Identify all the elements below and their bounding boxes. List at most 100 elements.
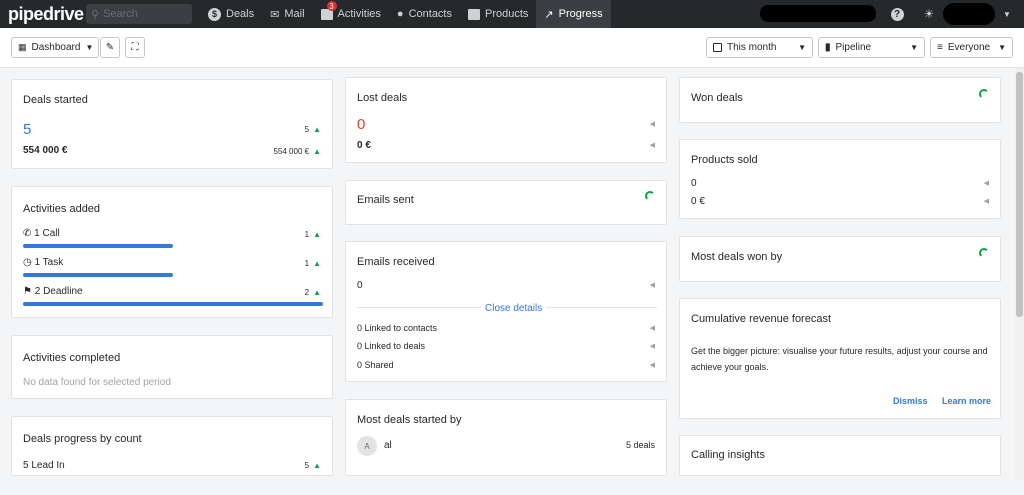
expand-icon: ⛶ [131,42,139,53]
nav-progress[interactable]: ↗ Progress [536,0,611,28]
nav-deals-label: Deals [226,8,255,20]
help-icon[interactable]: ? [889,6,905,22]
edit-dashboard-button[interactable]: ✎ [100,37,120,58]
activities-count-badge: 3 [326,1,337,11]
deals-started-count[interactable]: 5 [23,121,31,138]
caret-left-icon: ◀ [649,121,655,128]
activity-row-deadline[interactable]: ⚑ 2 Deadline [23,286,83,297]
emails-received-count: 0 [357,280,363,291]
search-input[interactable]: ⚲ Search [86,4,192,24]
deals-progress-lead-in-delta: 5 ▲ [305,461,321,470]
chevron-down-icon: ▼ [998,43,1006,52]
activities-added-card[interactable]: Activities added ✆ 1 Call 1 ▲ ◷ 1 Task 1 ▲… [11,186,333,318]
dismiss-button[interactable]: Dismiss [893,396,928,406]
activity-row-call[interactable]: ✆ 1 Call [23,228,60,239]
dashboard-select[interactable]: ▦ Dashboard ▼ [11,37,99,58]
owner-filter-select[interactable]: ≡ Everyone ▼ [930,37,1013,58]
dollar-icon: $ [208,7,221,21]
most-deals-started-title: Most deals started by [357,414,462,426]
scrollbar-thumb[interactable] [1016,72,1023,317]
emails-received-card[interactable]: Emails received 0 ◀ Close details 0 Link… [345,241,667,382]
user-name[interactable]: al [384,440,392,451]
nav-mail[interactable]: ✉ Mail [262,0,312,28]
calendar-icon [713,43,722,52]
user-deals-count: 5 deals [625,440,655,450]
revenue-forecast-body: Get the bigger picture: visualise your f… [691,346,988,372]
lead-in-delta-value: 5 [304,461,310,470]
close-details-link[interactable]: Close details [481,303,547,314]
activities-completed-card[interactable]: Activities completed No data found for s… [11,335,333,399]
mail-icon: ✉ [270,8,280,21]
pipeline-select[interactable]: ▮ Pipeline ▼ [818,37,925,58]
chevron-down-icon: ▼ [85,43,94,52]
deals-progress-title: Deals progress by count [23,433,142,445]
deals-progress-card[interactable]: Deals progress by count 5 Lead In 5 ▲ [11,416,333,476]
nav-mail-label: Mail [284,8,305,20]
filter-icon: ≡ [937,42,943,53]
loading-spinner-icon [979,89,989,99]
arrow-up-icon: ▲ [313,230,321,239]
activity-call-label: 1 Call [34,228,60,239]
nav-products[interactable]: Products [460,0,536,28]
nav-activities[interactable]: 3 Activities [313,0,389,28]
won-deals-title: Won deals [691,92,743,104]
fullscreen-button[interactable]: ⛶ [125,37,145,58]
caret-left-icon: ◀ [983,198,989,205]
redacted-company-name [760,5,876,22]
emails-sent-card[interactable]: Emails sent [345,180,667,225]
lost-deals-card[interactable]: Lost deals 0 ◀ 0 € ◀ [345,77,667,163]
period-select-label: This month [727,42,777,53]
activity-task-label: 1 Task [34,257,64,268]
nav-deals[interactable]: $ Deals [200,0,262,28]
products-sold-card[interactable]: Products sold 0 ◀ 0 € ◀ [679,139,1001,219]
call-delta-value: 1 [304,230,310,239]
activity-deadline-label: 2 Deadline [34,286,83,297]
caret-left-icon: ◀ [983,180,989,187]
dashboard-select-label: Dashboard [31,42,81,53]
deals-started-amount: 554 000 € [23,145,68,156]
deals-started-title: Deals started [23,94,88,106]
activity-deadline-delta: 2 ▲ [305,288,321,297]
deals-started-card[interactable]: Deals started 5 5 ▲ 554 000 € 554 000 € ▲ [11,79,333,169]
won-deals-card[interactable]: Won deals [679,77,1001,123]
lost-deals-amount: 0 € [357,140,371,151]
deals-progress-lead-in[interactable]: 5 Lead In [23,460,65,471]
redacted-user-avatar [943,3,995,25]
emails-received-title: Emails received [357,256,435,268]
lightbulb-icon[interactable]: ☀ [921,6,937,22]
lost-deals-title: Lost deals [357,92,408,104]
period-select[interactable]: This month ▼ [706,37,813,58]
products-sold-count: 0 [691,178,697,189]
nav-progress-label: Progress [558,8,603,20]
learn-more-button[interactable]: Learn more [942,396,991,406]
nav-contacts[interactable]: ● Contacts [389,0,460,28]
count-delta-value: 5 [304,125,310,134]
revenue-forecast-title: Cumulative revenue forecast [691,313,832,325]
chevron-down-icon: ▼ [798,43,806,52]
caret-left-icon: ◀ [649,142,655,149]
products-sold-amount: 0 € [691,196,705,207]
caret-left-icon: ◀ [649,362,655,369]
chevron-down-icon: ▼ [910,43,918,52]
nav-activities-label: Activities [337,8,381,20]
calling-insights-card[interactable]: Calling insights [679,435,1001,476]
owner-filter-label: Everyone [947,42,991,53]
most-deals-started-card[interactable]: Most deals started by A al 5 deals [345,399,667,476]
activities-added-title: Activities added [23,203,101,215]
activity-row-task[interactable]: ◷ 1 Task [23,257,63,268]
activity-task-bar [23,273,173,277]
lost-deals-count[interactable]: 0 [357,116,365,133]
activities-completed-empty-text: No data found for selected period [23,377,171,388]
account-menu-caret-icon[interactable]: ▼ [999,6,1015,22]
phone-icon: ✆ [23,228,32,239]
arrow-up-icon: ▲ [313,259,321,268]
revenue-forecast-card[interactable]: Cumulative revenue forecast Get the bigg… [679,298,1001,419]
dashboard-toolbar: ▦ Dashboard ▼ ✎ ⛶ This month ▼ ▮ Pipelin… [0,28,1024,68]
nav-contacts-label: Contacts [408,8,452,20]
most-deals-won-card[interactable]: Most deals won by [679,236,1001,282]
arrow-up-icon: ▲ [313,125,321,134]
dashboard-grid-icon: ▦ [18,42,27,52]
amount-delta-value: 554 000 € [273,147,310,156]
pipedrive-logo[interactable]: pipedrive [0,4,86,25]
top-navigation-bar: pipedrive ⚲ Search $ Deals ✉ Mail 3 Acti… [0,0,1024,28]
